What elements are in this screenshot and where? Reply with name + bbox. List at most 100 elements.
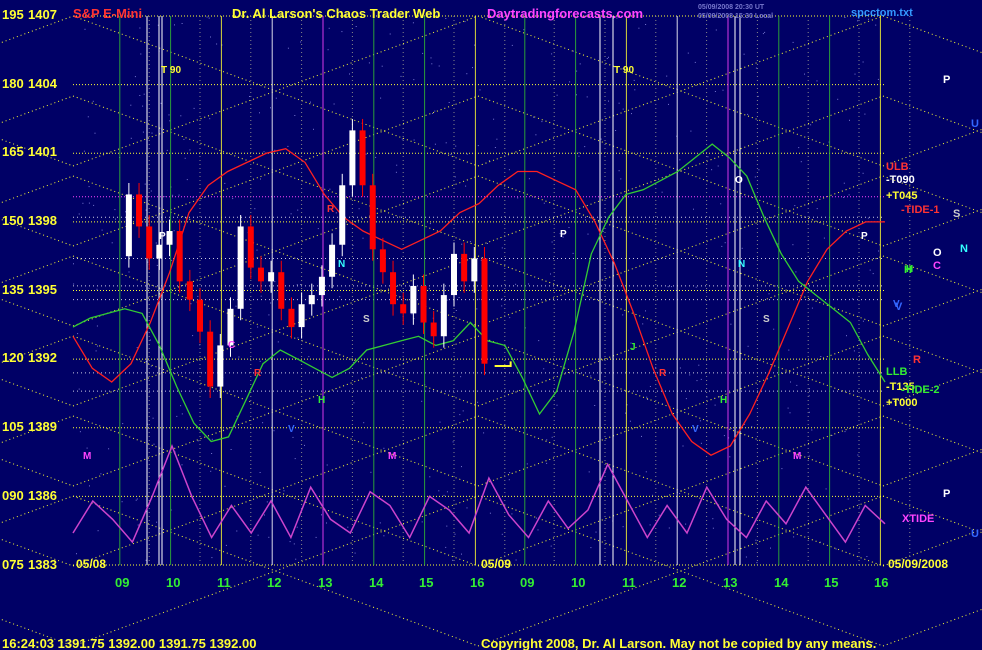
star-dot	[249, 96, 250, 97]
star-dot	[773, 328, 775, 330]
planet-letter: P	[861, 231, 868, 242]
star-dot	[711, 169, 713, 171]
star-dot	[262, 422, 264, 424]
star-dot	[638, 27, 640, 29]
x-tick-label: 15	[824, 575, 838, 590]
planet-letter: N	[338, 259, 345, 270]
star-dot	[160, 288, 161, 290]
star-dot	[787, 407, 789, 409]
star-dot	[517, 197, 519, 199]
side-letter: V	[895, 301, 903, 313]
x-tick-label: 09	[115, 575, 129, 590]
star-dot	[862, 320, 864, 322]
star-dot	[341, 31, 343, 33]
star-dot	[878, 250, 880, 252]
star-dot	[595, 531, 597, 533]
star-dot	[602, 230, 604, 232]
star-dot	[862, 172, 864, 174]
star-dot	[501, 533, 503, 535]
star-dot	[208, 17, 210, 19]
star-dot	[304, 444, 305, 446]
star-dot	[189, 149, 191, 151]
planet-letter: R	[327, 204, 335, 215]
star-dot	[439, 421, 441, 423]
x-tick-label: 11	[217, 575, 231, 590]
planet-letter: J	[630, 342, 636, 353]
star-dot	[687, 52, 689, 54]
star-dot	[843, 182, 845, 184]
star-dot	[458, 297, 460, 298]
star-dot	[211, 438, 213, 440]
y-left-label: 105	[2, 419, 24, 434]
price-bar	[379, 249, 386, 273]
star-dot	[462, 410, 464, 412]
star-dot	[655, 366, 657, 368]
star-dot	[696, 380, 698, 382]
star-dot	[594, 405, 596, 406]
star-dot	[462, 218, 464, 220]
date-label-mid: 05/09	[481, 557, 511, 571]
star-dot	[816, 80, 818, 82]
star-dot	[93, 204, 95, 206]
star-dot	[729, 422, 731, 423]
price-bar	[146, 226, 153, 259]
star-dot	[236, 530, 238, 532]
x-tick-label: 13	[318, 575, 332, 590]
star-dot	[370, 471, 372, 473]
star-dot	[615, 130, 617, 131]
x-tick-label: 10	[166, 575, 180, 590]
star-dot	[144, 183, 146, 185]
star-dot	[438, 490, 440, 492]
planet-letter: R	[659, 368, 667, 379]
star-dot	[108, 448, 110, 450]
star-dot	[145, 559, 147, 561]
star-dot	[472, 67, 473, 69]
star-dot	[225, 544, 227, 546]
x-tick-label: 13	[723, 575, 737, 590]
star-dot	[515, 283, 517, 285]
price-bar	[217, 345, 224, 387]
planet-letter: N	[738, 259, 745, 270]
star-dot	[810, 124, 812, 126]
star-dot	[160, 102, 162, 104]
star-dot	[751, 426, 753, 428]
planet-letter: V	[692, 424, 699, 435]
star-dot	[789, 412, 791, 414]
star-dot	[445, 18, 447, 19]
star-dot	[86, 447, 88, 449]
side-letter: P	[943, 74, 950, 86]
star-dot	[300, 284, 301, 286]
star-dot	[327, 49, 329, 51]
star-dot	[97, 345, 98, 347]
site-link[interactable]: Daytradingforecasts.com	[487, 6, 643, 21]
star-dot	[224, 182, 226, 184]
star-dot	[153, 443, 155, 445]
star-dot	[422, 52, 424, 54]
y-price-label: 1407	[28, 7, 57, 22]
star-dot	[149, 339, 151, 341]
x-tick-label: 10	[571, 575, 585, 590]
star-dot	[808, 455, 810, 457]
star-dot	[618, 102, 620, 104]
star-dot	[73, 263, 74, 265]
star-dot	[310, 83, 312, 85]
star-dot	[211, 557, 213, 559]
star-dot	[443, 494, 445, 496]
star-dot	[395, 496, 396, 497]
star-dot	[528, 178, 530, 180]
star-dot	[143, 93, 145, 95]
star-dot	[528, 283, 529, 285]
star-dot	[511, 44, 513, 46]
star-dot	[661, 191, 663, 193]
star-dot	[877, 78, 879, 80]
star-dot	[600, 138, 602, 140]
star-dot	[454, 176, 456, 178]
star-dot	[257, 534, 259, 536]
star-dot	[136, 498, 138, 500]
star-dot	[354, 552, 356, 554]
star-dot	[578, 155, 580, 157]
star-dot	[477, 401, 479, 403]
star-dot	[277, 341, 279, 343]
star-dot	[857, 454, 859, 456]
star-dot	[197, 440, 199, 442]
